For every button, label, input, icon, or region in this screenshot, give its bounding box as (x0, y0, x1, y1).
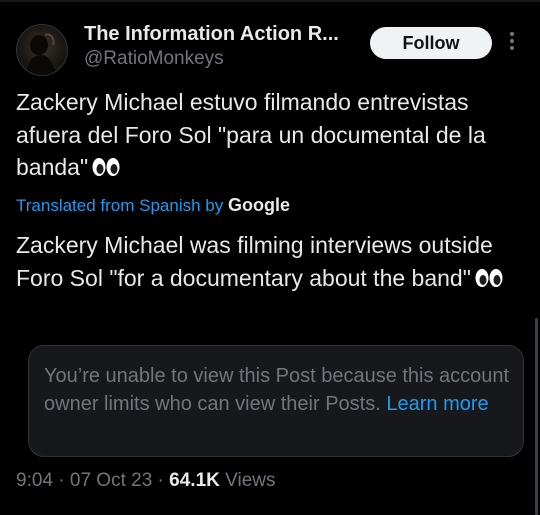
translation-attribution[interactable]: Translated from Spanish by Google (16, 192, 290, 219)
post-original-text: Zackery Michael estuvo filmando entrevis… (16, 86, 516, 186)
author-handle[interactable]: @RatioMonkeys (84, 47, 364, 71)
translation-prefix[interactable]: Translated from Spanish by (16, 196, 223, 215)
restricted-post-card: You’re unable to view this Post because … (28, 345, 524, 457)
follow-button[interactable]: Follow (370, 27, 492, 59)
post-date[interactable]: 07 Oct 23 (70, 470, 152, 491)
restricted-notice: You’re unable to view this Post because … (44, 363, 510, 418)
original-text-content: Zackery Michael estuvo filmando entrevis… (16, 89, 486, 180)
post-time[interactable]: 9:04 (16, 470, 53, 491)
author-info[interactable]: The Information Action R... @RatioMonkey… (84, 22, 364, 71)
meta-separator: · (52, 470, 70, 491)
more-options-icon[interactable] (508, 32, 516, 54)
learn-more-link[interactable]: Learn more (386, 393, 488, 415)
eyes-emoji-icon (475, 264, 503, 297)
views-label[interactable]: Views (225, 470, 275, 491)
top-divider (0, 0, 540, 2)
google-logo: Google (227, 195, 290, 215)
post-metadata: 9:04 · 07 Oct 23 · 64.1K Views (16, 468, 275, 494)
avatar-silhouette-icon (27, 33, 57, 75)
profile-avatar[interactable] (16, 24, 68, 76)
post-header: The Information Action R... @RatioMonkey… (16, 20, 524, 76)
eyes-emoji-icon (92, 153, 120, 186)
views-count[interactable]: 64.1K (169, 470, 220, 491)
scrollbar[interactable] (535, 318, 538, 515)
post-translated-text: Zackery Michael was filming interviews o… (16, 229, 516, 296)
translated-text-content: Zackery Michael was filming interviews o… (16, 232, 493, 291)
author-display-name[interactable]: The Information Action R... (84, 22, 364, 46)
meta-separator: · (152, 470, 170, 491)
